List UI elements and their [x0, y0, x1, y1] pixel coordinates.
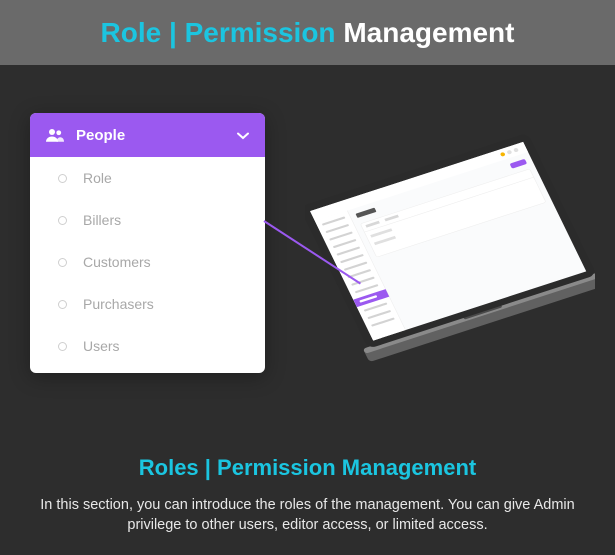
- menu-item-label: Billers: [83, 212, 121, 228]
- footer-section: Roles | Permission Management In this se…: [0, 445, 615, 536]
- showcase-area: People Role Billers Customers Purchasers…: [0, 65, 615, 445]
- bullet-icon: [58, 300, 67, 309]
- title-plain: Management: [336, 17, 515, 48]
- people-icon: [46, 128, 64, 142]
- menu-item-billers[interactable]: Billers: [30, 199, 265, 241]
- title-accent: Role | Permission: [101, 17, 336, 48]
- menu-item-customers[interactable]: Customers: [30, 241, 265, 283]
- people-menu-header[interactable]: People: [30, 113, 265, 157]
- page-header: Role | Permission Management: [0, 0, 615, 65]
- people-menu-card: People Role Billers Customers Purchasers…: [30, 113, 265, 373]
- menu-item-label: Customers: [83, 254, 151, 270]
- menu-item-label: Role: [83, 170, 112, 186]
- bullet-icon: [58, 174, 67, 183]
- menu-item-label: Purchasers: [83, 296, 154, 312]
- chevron-down-icon: [237, 127, 249, 144]
- people-menu-title: People: [76, 127, 125, 144]
- menu-item-users[interactable]: Users: [30, 325, 265, 367]
- menu-item-purchasers[interactable]: Purchasers: [30, 283, 265, 325]
- laptop-mockup: [305, 115, 595, 375]
- bullet-icon: [58, 342, 67, 351]
- bullet-icon: [58, 258, 67, 267]
- menu-item-role[interactable]: Role: [30, 157, 265, 199]
- bullet-icon: [58, 216, 67, 225]
- section-subtitle: Roles | Permission Management: [35, 455, 580, 481]
- section-description: In this section, you can introduce the r…: [35, 495, 580, 536]
- menu-item-label: Users: [83, 338, 120, 354]
- page-title: Role | Permission Management: [101, 17, 515, 49]
